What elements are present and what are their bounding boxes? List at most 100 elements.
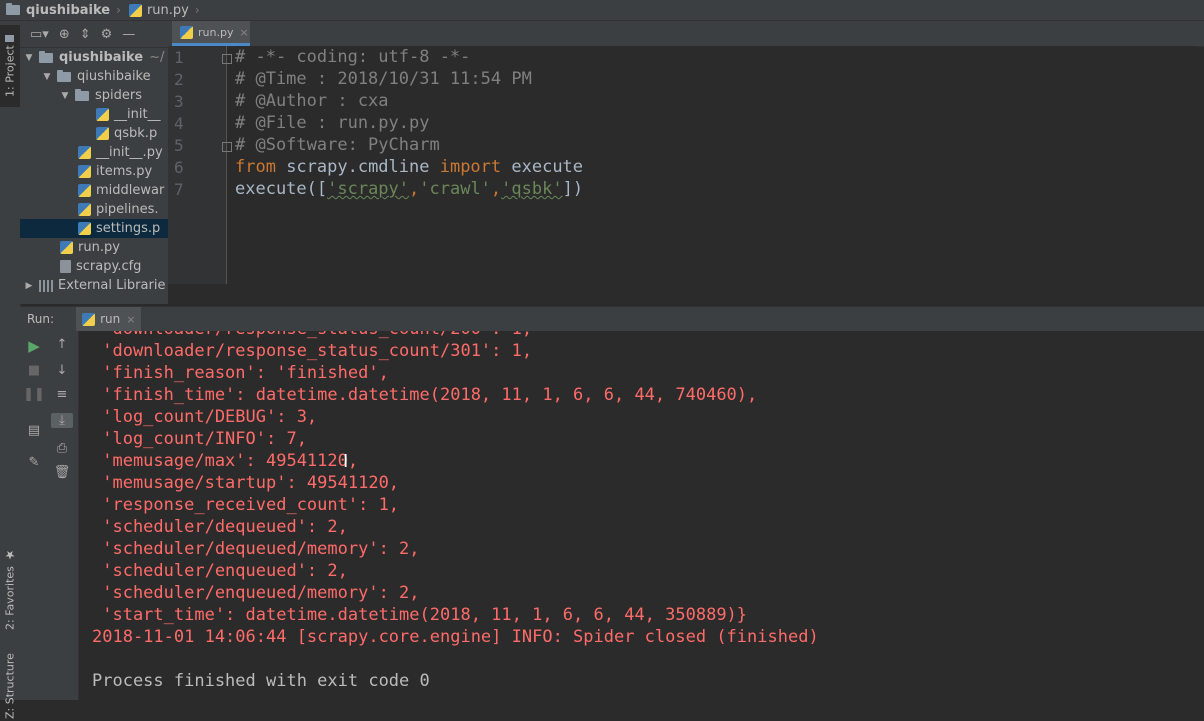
- python-file-icon: [78, 165, 91, 178]
- console-line: 'downloader/response_status_count/200': …: [92, 331, 532, 339]
- project-tree-item[interactable]: ▶ External Librarie: [20, 276, 168, 295]
- arrow-down-icon[interactable]: ↓: [48, 363, 76, 378]
- file-icon: [60, 260, 71, 273]
- imported-name: execute: [501, 157, 584, 177]
- python-file-icon: [128, 3, 142, 17]
- breadcrumb-file[interactable]: run.py: [123, 0, 193, 20]
- project-tree-item[interactable]: pipelines.: [20, 200, 168, 219]
- left-tool-strip: 1: Project 2: Favorites ★ Z: Structure: [0, 21, 21, 719]
- module-name: scrapy.cmdline: [275, 157, 440, 177]
- scroll-from-source-icon[interactable]: ⊕: [59, 27, 70, 42]
- pause-icon[interactable]: ❚❚: [20, 387, 48, 402]
- run-toolbar-primary: ▶ ■ ❚❚ ▤ ✎: [20, 331, 48, 700]
- project-tool-tab[interactable]: 1: Project: [0, 25, 20, 107]
- exit-code-line: Process finished with exit code 0: [92, 671, 430, 691]
- project-tree-item[interactable]: middlewar: [20, 181, 168, 200]
- console-line: 'log_count/DEBUG': 3,: [92, 407, 318, 427]
- line-number: 6: [174, 158, 184, 177]
- console-line: 'log_count/INFO': 7,: [92, 429, 307, 449]
- python-file-icon: [96, 127, 109, 140]
- hide-panel-icon[interactable]: —: [122, 27, 135, 42]
- project-tree-item[interactable]: run.py: [20, 238, 168, 257]
- trash-icon[interactable]: 🗑: [48, 465, 76, 480]
- project-tree-item-label: qsbk.p: [114, 126, 158, 141]
- python-file-icon: [78, 203, 91, 216]
- console-line: 'scheduler/dequeued': 2,: [92, 517, 348, 537]
- run-tab-label: run: [100, 312, 121, 326]
- code-line: # @Time : 2018/10/31 11:54 PM: [235, 69, 532, 89]
- project-tree: ▼ qiushibaike ~/ ▼ qiushibaike ▼ spiders __init…: [20, 48, 168, 295]
- breadcrumb-project[interactable]: qiushibaike: [0, 0, 114, 20]
- project-tree-item[interactable]: qsbk.p: [20, 124, 168, 143]
- print-icon[interactable]: ⎙: [48, 441, 76, 456]
- comma: ,: [490, 179, 502, 199]
- project-tree-item-label: __init__: [114, 107, 161, 122]
- project-tree-item-label: qiushibaike: [77, 69, 151, 84]
- breadcrumb-separator: ›: [194, 3, 200, 17]
- code-line: execute(['scrapy','crawl','qsbk']): [235, 179, 583, 199]
- line-number: 3: [174, 92, 184, 111]
- editor-gutter: 1 2 3 4 5 6 7: [168, 46, 232, 284]
- console-line: 'memusage/max': 49541120,: [92, 451, 359, 471]
- project-tree-item-label: middlewar: [96, 183, 165, 198]
- close-tab-icon[interactable]: ×: [126, 313, 135, 326]
- line-number: 4: [174, 114, 184, 133]
- fold-marker-icon[interactable]: [222, 142, 232, 152]
- code-line: # @Author : cxa: [235, 91, 389, 111]
- console-output[interactable]: 'downloader/response_status_count/200': …: [79, 331, 1204, 700]
- expanded-arrow-icon[interactable]: ▼: [42, 72, 52, 82]
- line-number: 2: [174, 70, 184, 89]
- project-tree-item[interactable]: settings.p: [20, 219, 168, 238]
- project-tree-item[interactable]: __init__.py: [20, 143, 168, 162]
- project-tree-item[interactable]: ▼ spiders: [20, 86, 168, 105]
- run-panel-header: Run: run ×: [20, 306, 1204, 332]
- project-tree-item-label: spiders: [95, 88, 143, 103]
- console-line: 'finish_time': datetime.datetime(2018, 1…: [92, 385, 758, 405]
- project-tree-item-label: settings.p: [96, 221, 161, 236]
- project-tree-item[interactable]: __init__: [20, 105, 168, 124]
- folder-icon: [6, 3, 20, 15]
- code-editor[interactable]: # -*- coding: utf-8 -*- # @Time : 2018/1…: [235, 46, 1195, 284]
- line-number: 1: [174, 48, 184, 67]
- structure-tool-tab[interactable]: Z: Structure: [0, 651, 20, 721]
- python-file-icon: [180, 25, 193, 39]
- project-panel: ▭▾ ⊕ ⇕ ⚙ — ▼ qiushibaike ~/ ▼ qiushibaike ▼ sp…: [20, 21, 168, 304]
- project-tree-item[interactable]: ▼ qiushibaike ~/: [20, 48, 168, 67]
- restore-layout-icon[interactable]: ▤: [20, 423, 48, 438]
- arrow-up-icon[interactable]: ↑: [48, 337, 76, 352]
- project-tree-item[interactable]: items.py: [20, 162, 168, 181]
- run-tab[interactable]: run ×: [76, 307, 142, 331]
- collapse-all-icon[interactable]: ⇕: [80, 27, 91, 42]
- project-view-selector-icon[interactable]: ▭▾: [30, 27, 49, 42]
- editor-tab-run-py[interactable]: run.py ×: [172, 21, 250, 46]
- editor-tab-label: run.py: [198, 25, 234, 39]
- gear-icon[interactable]: ⚙: [101, 27, 113, 42]
- pin-icon[interactable]: ✎: [20, 455, 48, 470]
- scroll-to-end-icon[interactable]: ⤓: [51, 413, 73, 428]
- python-file-icon: [96, 108, 109, 121]
- favorites-tool-tab-label: 2: Favorites: [3, 566, 17, 630]
- expanded-arrow-icon[interactable]: ▼: [60, 91, 70, 101]
- string-literal: 'scrapy': [327, 179, 410, 199]
- favorites-tool-tab[interactable]: 2: Favorites ★: [0, 539, 20, 639]
- rerun-icon[interactable]: ▶: [20, 337, 48, 355]
- python-file-icon: [78, 184, 91, 197]
- python-file-icon: [78, 222, 91, 235]
- string-literal: 'crawl': [419, 179, 491, 199]
- editor-tab-bar: run.py ×: [168, 21, 1204, 47]
- python-file-icon: [60, 241, 73, 254]
- project-tree-item-label: items.py: [96, 164, 153, 179]
- console-line: 'start_time': datetime.datetime(2018, 11…: [92, 605, 748, 625]
- expanded-arrow-icon[interactable]: ▼: [24, 53, 34, 63]
- library-icon: [39, 279, 53, 292]
- close-tab-icon[interactable]: ×: [239, 26, 248, 39]
- navigation-bar: qiushibaike › run.py ›: [0, 0, 1204, 21]
- project-tree-item[interactable]: ▼ qiushibaike: [20, 67, 168, 86]
- soft-wrap-icon[interactable]: ≡: [48, 387, 76, 402]
- stop-icon[interactable]: ■: [20, 363, 48, 378]
- project-tree-item[interactable]: scrapy.cfg: [20, 257, 168, 276]
- fold-marker-icon[interactable]: [222, 54, 232, 64]
- collapsed-arrow-icon[interactable]: ▶: [24, 281, 34, 291]
- python-file-icon: [78, 146, 91, 159]
- keyword-import: import: [439, 157, 502, 177]
